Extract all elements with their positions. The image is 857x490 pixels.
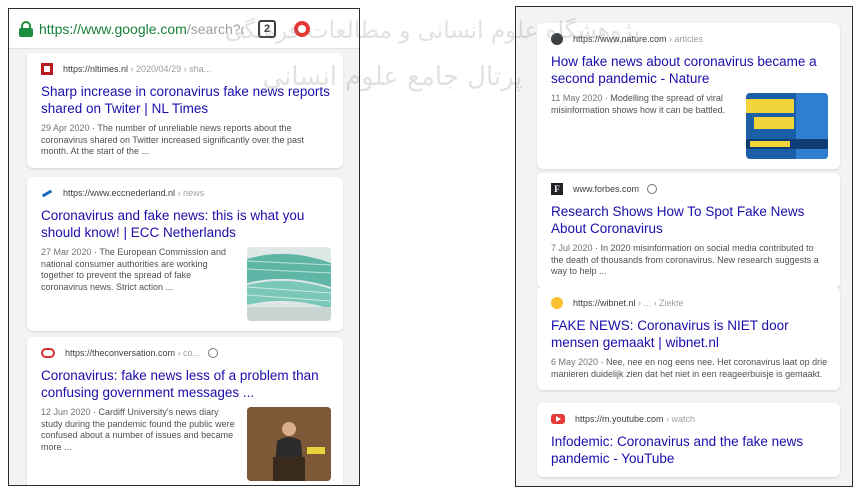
result-date: 27 Mar 2020 [41,247,92,257]
address-url[interactable]: https://www.google.com/search?clie [39,21,244,37]
search-result-conversation[interactable]: https://theconversation.com › co... Coro… [27,337,343,485]
info-icon[interactable] [208,348,219,358]
result-snippet: 12 Jun 2020 · Cardiff University's news … [41,407,237,481]
result-title-link[interactable]: Coronavirus and fake news: this is what … [41,207,331,241]
result-snippet: 7 Jul 2020 · In 2020 misinformation on s… [551,243,828,278]
result-date: 6 May 2020 [551,357,599,367]
result-title-link[interactable]: Coronavirus: fake news less of a problem… [41,367,331,401]
address-bar[interactable]: https://www.google.com/search?clie 2 [9,9,359,49]
right-phone-screenshot: https://www.nature.com › articles How fa… [515,6,853,487]
search-result-ecc[interactable]: https://www.eccnederland.nl › news Coron… [27,177,343,331]
source-host: https://www.eccnederland.nl [63,188,176,198]
result-title-link[interactable]: Sharp increase in coronavirus fake news … [41,83,331,117]
result-title-link[interactable]: How fake news about coronavirus became a… [551,53,828,87]
result-snippet: 29 Apr 2020 · The number of unreliable n… [41,123,331,158]
source-host: www.forbes.com [573,184,640,194]
source-path: › 2020/04/29 › sha... [128,64,212,74]
result-source-url[interactable]: www.forbes.com [573,184,639,194]
result-date: 11 May 2020 [551,93,603,103]
source-host: https://www.nature.com [573,34,667,44]
press-conference-thumbnail[interactable] [247,407,331,481]
source-host: https://wibnet.nl [573,298,636,308]
nature-favicon-icon [551,33,563,45]
info-icon[interactable] [647,184,658,194]
result-date: 7 Jul 2020 [551,243,593,253]
source-path: › watch [663,414,696,424]
source-host: https://m.youtube.com [575,414,664,424]
source-path: › news [175,188,205,198]
result-snippet: 11 May 2020 · Modelling the spread of vi… [551,93,736,159]
ecc-favicon-icon [41,187,53,199]
fake-news-thumbnail[interactable] [746,93,828,159]
opera-icon[interactable] [294,20,310,37]
lock-icon [19,20,33,37]
forbes-favicon-icon: F [551,183,563,195]
result-date: 12 Jun 2020 [41,407,91,417]
youtube-favicon-icon [551,414,565,424]
search-result-nltimes[interactable]: https://nltimes.nl › 2020/04/29 › sha...… [27,53,343,168]
result-source-url[interactable]: https://www.nature.com › articles [573,34,703,44]
result-source-url[interactable]: https://theconversation.com › co... [65,348,200,358]
search-result-wibnet[interactable]: https://wibnet.nl › ... › Ziekte FAKE NE… [537,287,840,391]
url-path: /search?clie [186,20,244,37]
nltimes-favicon-icon [41,63,53,75]
result-source-url[interactable]: https://www.eccnederland.nl › news [63,188,204,198]
source-path: › co... [175,348,201,358]
source-host: https://nltimes.nl [63,64,129,74]
conversation-favicon-icon [41,348,55,358]
source-path: › articles [666,34,704,44]
result-source-url[interactable]: https://wibnet.nl › ... › Ziekte [573,298,684,308]
tab-switcher-icon[interactable]: 2 [258,19,276,38]
result-date: 29 Apr 2020 [41,123,90,133]
url-host: https://www.google.com [39,20,187,37]
search-result-nature[interactable]: https://www.nature.com › articles How fa… [537,23,840,169]
result-snippet: 27 Mar 2020 · The European Commission an… [41,247,237,321]
result-title-link[interactable]: FAKE NEWS: Coronavirus is NIET door mens… [551,317,828,351]
face-masks-thumbnail[interactable] [247,247,331,321]
result-source-url[interactable]: https://m.youtube.com › watch [575,414,695,424]
search-result-youtube[interactable]: https://m.youtube.com › watch Infodemic:… [537,403,840,477]
result-title-link[interactable]: Research Shows How To Spot Fake News Abo… [551,203,828,237]
search-result-forbes[interactable]: F www.forbes.com Research Shows How To S… [537,173,840,288]
result-title-link[interactable]: Infodemic: Coronavirus and the fake news… [551,433,828,467]
source-path: › ... › Ziekte [635,298,684,308]
left-phone-screenshot: https://www.google.com/search?clie 2 htt… [8,8,360,486]
result-source-url[interactable]: https://nltimes.nl › 2020/04/29 › sha... [63,64,211,74]
result-snippet: 6 May 2020 · Nee, nee en nog eens nee. H… [551,357,828,380]
source-host: https://theconversation.com [65,348,176,358]
wibnet-favicon-icon [551,297,563,309]
